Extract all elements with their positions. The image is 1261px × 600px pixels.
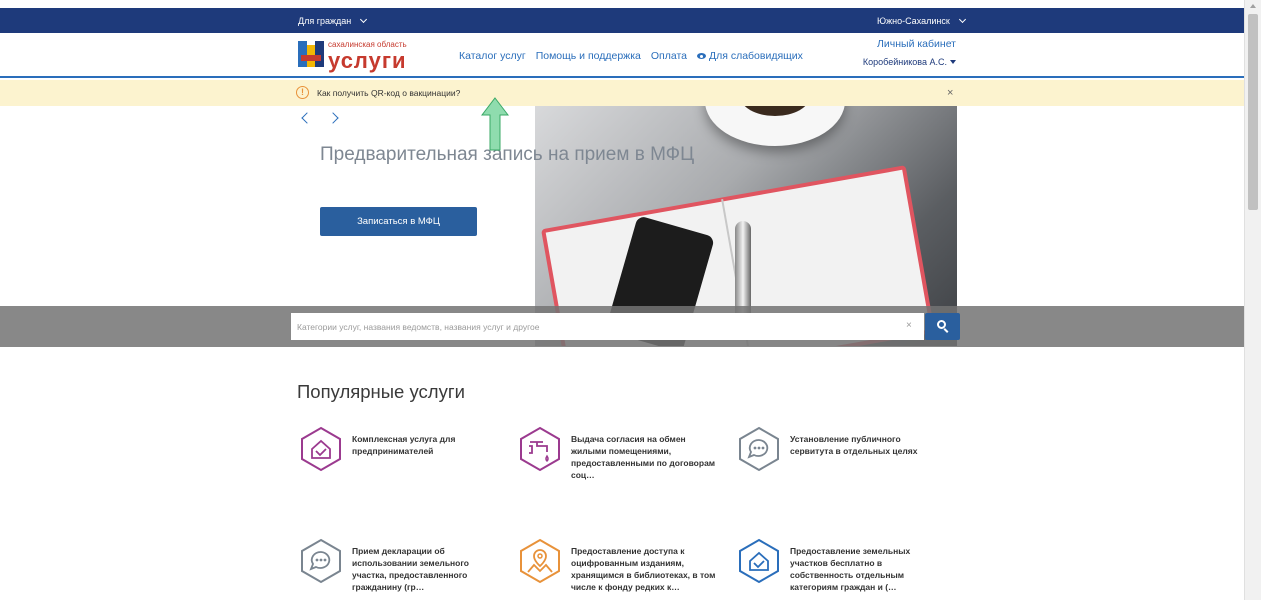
nav-help[interactable]: Помощь и поддержка [536, 50, 641, 62]
page: Для граждан Южно-Сахалинск сахалинская о… [0, 0, 1261, 600]
search-input[interactable] [291, 313, 924, 340]
chat-bubble-icon [739, 426, 779, 472]
tap-water-icon [520, 426, 560, 472]
user-menu[interactable]: Коробейникова А.С. [863, 57, 956, 67]
mfc-signup-button[interactable]: Записаться в МФЦ [320, 207, 477, 236]
nav-catalog[interactable]: Каталог услуг [459, 50, 526, 62]
house-check-icon [739, 538, 779, 584]
audience-selector[interactable]: Для граждан [298, 15, 368, 26]
nav-payment[interactable]: Оплата [651, 50, 687, 62]
service-label: Выдача согласия на обмен жилыми помещени… [571, 434, 716, 480]
caret-down-icon [950, 60, 956, 64]
service-card[interactable]: Установление публичного сервитута в отде… [736, 426, 946, 472]
logo-title: услуги [328, 48, 407, 73]
clear-icon[interactable]: × [906, 320, 912, 331]
service-label: Предоставление земельных участков беспла… [790, 546, 911, 592]
chevron-right-icon[interactable] [327, 112, 339, 124]
main-nav: Каталог услуг Помощь и поддержка Оплата … [459, 50, 803, 62]
user-name: Коробейникова А.С. [862, 57, 947, 67]
nav-accessibility[interactable]: Для слабовидящих [696, 50, 803, 62]
nav-accessibility-label: Для слабовидящих [708, 50, 803, 62]
header: сахалинская область услуги Каталог услуг… [0, 33, 1244, 78]
scroll-thumb[interactable] [1248, 14, 1258, 210]
search-icon-handle [943, 328, 949, 333]
emblem-icon [298, 41, 324, 67]
service-label: Предоставление доступа к оцифрованным из… [571, 546, 716, 592]
annotation-arrow-icon [481, 97, 509, 151]
audience-label: Для граждан [298, 16, 352, 26]
vertical-scrollbar[interactable] [1244, 0, 1261, 600]
service-label: Комплексная услуга для предпринимателей [352, 434, 456, 456]
alert-link[interactable]: Как получить QR-код о вакцинации? [317, 88, 460, 98]
city-selector[interactable]: Южно-Сахалинск [877, 15, 966, 26]
search-button[interactable] [925, 313, 960, 340]
eye-icon [696, 53, 706, 59]
scroll-up-icon[interactable] [1250, 4, 1256, 8]
service-card[interactable]: Выдача согласия на обмен жилыми помещени… [517, 426, 727, 481]
alert-banner: ! Как получить QR-код о вакцинации? × [0, 80, 1244, 106]
chevron-down-icon [958, 15, 966, 24]
chat-bubble-icon [301, 538, 341, 584]
city-label: Южно-Сахалинск [877, 16, 950, 26]
service-card[interactable]: Комплексная услуга для предпринимателей [298, 426, 508, 472]
service-label: Установление публичного сервитута в отде… [790, 434, 918, 456]
close-icon[interactable]: × [947, 87, 953, 99]
carousel-controls [301, 112, 339, 124]
service-label: Прием декларации об использовании земель… [352, 546, 469, 592]
service-card[interactable]: Прием декларации об использовании земель… [298, 538, 508, 593]
logo[interactable]: сахалинская область услуги [298, 41, 407, 72]
chevron-left-icon[interactable] [301, 112, 313, 124]
top-bar: Для граждан Южно-Сахалинск [0, 8, 1244, 33]
popular-title: Популярные услуги [297, 381, 465, 402]
warning-icon: ! [296, 86, 309, 99]
house-check-icon [301, 426, 341, 472]
chevron-down-icon [360, 15, 368, 24]
map-pin-icon [520, 538, 560, 584]
cabinet-link[interactable]: Личный кабинет [877, 38, 956, 50]
logo-text: сахалинская область услуги [328, 41, 407, 72]
service-card[interactable]: Предоставление доступа к оцифрованным из… [517, 538, 727, 593]
service-card[interactable]: Предоставление земельных участков беспла… [736, 538, 946, 593]
